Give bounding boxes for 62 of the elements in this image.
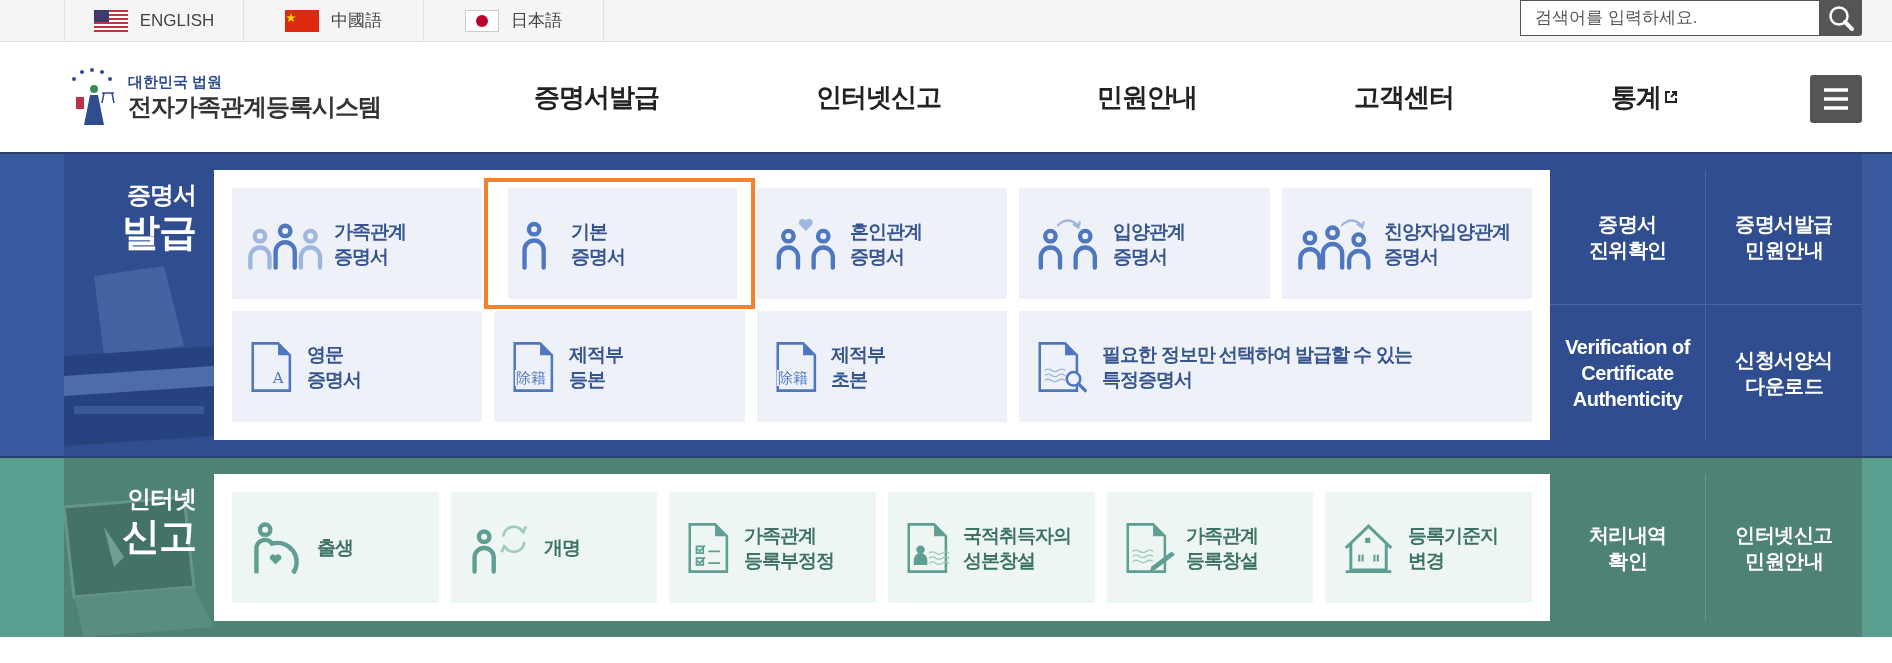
icon-label: A bbox=[271, 369, 285, 386]
language-link[interactable]: 中國語 bbox=[244, 0, 424, 41]
tile-label: 출생 bbox=[316, 536, 353, 560]
menu-icon bbox=[1822, 87, 1850, 111]
section-title: 신고 bbox=[122, 514, 196, 558]
tile-label: 혼인관계 증명서 bbox=[850, 219, 923, 269]
certificate-tile[interactable]: 혼인관계 증명서 bbox=[756, 188, 1008, 299]
certificate-tile[interactable]: 필요한 정보만 선택하여 발급할 수 있는 특정증명서 bbox=[1019, 311, 1532, 422]
side-link[interactable]: 처리내역 확인 bbox=[1550, 474, 1706, 621]
logo[interactable]: 대한민국 법원 전자가족관계등록시스템 bbox=[66, 67, 396, 127]
tile-label: 제적부 등본 bbox=[569, 342, 623, 392]
external-link-icon bbox=[1663, 90, 1678, 104]
nav-link[interactable]: 증명서발급 bbox=[534, 77, 660, 117]
side-link[interactable]: 신청서양식 다운로드 bbox=[1706, 305, 1862, 440]
certificate-tile[interactable]: 除籍 제적부 초본 bbox=[756, 311, 1008, 422]
section-title: 인터넷 bbox=[127, 484, 196, 514]
tile-label: 개명 bbox=[544, 536, 581, 560]
language-link[interactable]: 日本語 bbox=[424, 0, 604, 41]
tile-label: 제적부 초본 bbox=[831, 342, 886, 392]
certificate-tile[interactable]: 기본 증명서 bbox=[484, 178, 755, 309]
logo-title: 전자가족관계등록시스템 bbox=[128, 92, 381, 122]
tile-label: 국적취득자의 성본창설 bbox=[962, 523, 1071, 573]
side-link[interactable]: 증명서 진위확인 bbox=[1550, 170, 1706, 305]
logo-subtitle: 대한민국 법원 bbox=[128, 72, 224, 92]
search-icon bbox=[1827, 4, 1855, 32]
flag-icon bbox=[465, 9, 499, 32]
nav-link[interactable]: 통계 bbox=[1610, 77, 1678, 117]
tile-label: 가족관계 등록부정정 bbox=[743, 523, 834, 573]
certificate-tile[interactable]: 개명 bbox=[450, 492, 658, 603]
flag-icon bbox=[93, 9, 128, 32]
tile-label: 가족관계 증명서 bbox=[334, 219, 407, 269]
language-link[interactable]: ENGLISH bbox=[64, 0, 244, 41]
section-title: 증명서 bbox=[127, 180, 196, 210]
search-field[interactable]: 검색어를 입력하세요. bbox=[1520, 0, 1820, 36]
flag-icon bbox=[285, 9, 319, 32]
certificate-tile[interactable]: 친양자입양관계 증명서 bbox=[1281, 188, 1532, 299]
tile-label: 필요한 정보만 선택하여 발급할 수 있는 특정증명서 bbox=[1102, 342, 1412, 392]
tile-label: 입양관계 증명서 bbox=[1112, 219, 1185, 269]
nav-link[interactable]: 고객센터 bbox=[1354, 77, 1455, 117]
side-link[interactable]: 인터넷신고 민원안내 bbox=[1706, 474, 1862, 621]
certificate-tile[interactable]: 가족관계 등록창설 bbox=[1106, 492, 1314, 603]
icon-label: 除籍 bbox=[515, 369, 547, 386]
search-button[interactable] bbox=[1820, 0, 1862, 36]
certificate-tile[interactable]: 국적취득자의 성본창설 bbox=[888, 492, 1095, 603]
certificate-tile[interactable]: 출생 bbox=[232, 492, 439, 603]
nav-link[interactable]: 인터넷신고 bbox=[815, 77, 941, 117]
certificate-tile[interactable]: 등록기준지 변경 bbox=[1325, 492, 1532, 603]
tile-label: 친양자입양관계 증명서 bbox=[1383, 219, 1510, 269]
nav-link[interactable]: 민원안내 bbox=[1097, 77, 1198, 117]
certificate-tile[interactable]: 가족관계 증명서 bbox=[232, 188, 483, 299]
icon-label: 除籍 bbox=[777, 369, 810, 386]
tile-label: 영문 증명서 bbox=[306, 342, 361, 392]
tile-label: 등록기준지 변경 bbox=[1408, 523, 1499, 573]
menu-button[interactable] bbox=[1810, 75, 1862, 123]
certificate-tile[interactable]: 가족관계 등록부정정 bbox=[669, 492, 876, 603]
tile-label: 기본 증명서 bbox=[570, 219, 625, 269]
section-title: 발급 bbox=[122, 210, 196, 254]
tile-label: 가족관계 등록창설 bbox=[1186, 523, 1259, 573]
certificate-tile[interactable]: 除籍 제적부 등본 bbox=[494, 311, 745, 422]
certificate-tile[interactable]: 입양관계 증명서 bbox=[1019, 188, 1270, 299]
certificate-tile[interactable]: A 영문 증명서 bbox=[232, 311, 483, 422]
side-link[interactable]: Verification of Certificate Authenticity bbox=[1550, 305, 1706, 440]
